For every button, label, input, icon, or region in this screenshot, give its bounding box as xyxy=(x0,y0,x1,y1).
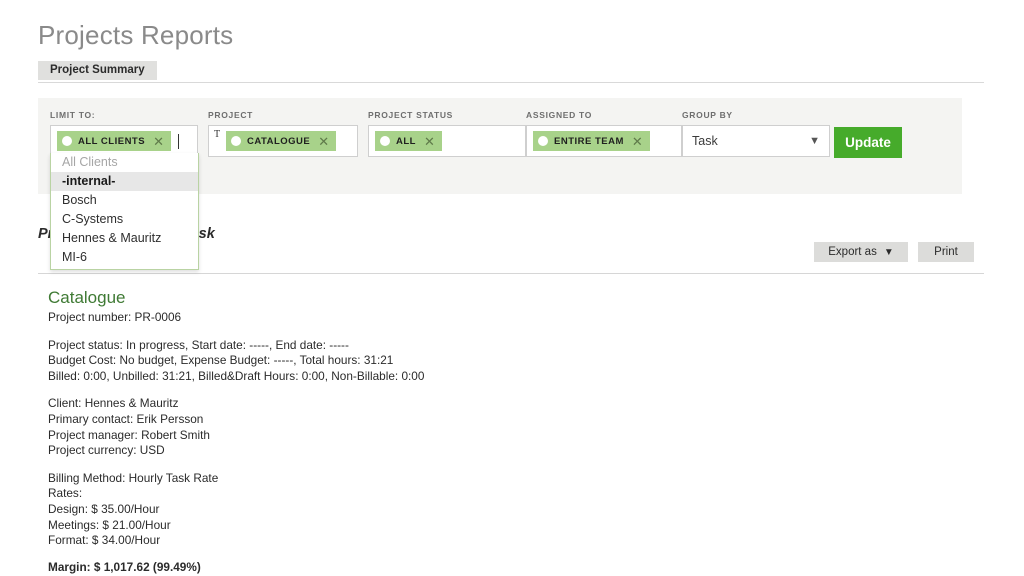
dropdown-item-hennes-mauritz[interactable]: Hennes & Mauritz xyxy=(51,229,198,248)
project-number: Project number: PR-0006 xyxy=(48,310,182,324)
close-icon[interactable]: ✕ xyxy=(632,135,643,148)
filter-project: PROJECT T CATALOGUE ✕ xyxy=(208,110,358,157)
project-currency-line: Project currency: USD xyxy=(48,443,165,458)
print-button[interactable]: Print xyxy=(918,242,974,262)
chevron-down-icon: ▼ xyxy=(809,135,820,147)
export-as-label: Export as xyxy=(828,246,877,258)
filter-project-status: PROJECT STATUS ALL ✕ xyxy=(368,110,526,157)
margin-line: Margin: $ 1,017.62 (99.49%) xyxy=(48,559,201,574)
tag-dot-icon xyxy=(62,136,72,146)
project-input[interactable]: T CATALOGUE ✕ xyxy=(208,125,358,157)
budget-line: Budget Cost: No budget, Expense Budget: … xyxy=(48,353,394,368)
client-line: Client: Hennes & Mauritz xyxy=(48,396,179,411)
primary-contact-line: Primary contact: Erik Persson xyxy=(48,411,204,426)
tag-catalogue[interactable]: CATALOGUE ✕ xyxy=(226,131,337,151)
project-manager-line: Project manager: Robert Smith xyxy=(48,427,210,442)
typed-letter: T xyxy=(214,129,221,140)
export-as-button[interactable]: Export as ▼ xyxy=(814,242,908,262)
assigned-to-input[interactable]: ENTIRE TEAM ✕ xyxy=(526,125,682,157)
dropdown-item-all-clients[interactable]: All Clients xyxy=(51,153,198,172)
chevron-down-icon: ▼ xyxy=(883,246,894,258)
tag-dot-icon xyxy=(380,136,390,146)
project-name: Catalogue xyxy=(48,288,126,307)
filter-group-by-label: GROUP BY xyxy=(682,110,733,120)
tag-all[interactable]: ALL ✕ xyxy=(375,131,442,151)
filter-group-by: GROUP BY Task ▼ xyxy=(682,110,830,157)
tag-all-clients-label: ALL CLIENTS xyxy=(78,135,146,147)
tag-dot-icon xyxy=(231,136,241,146)
dropdown-item-mi-6[interactable]: MI-6 xyxy=(51,248,198,267)
close-icon[interactable]: ✕ xyxy=(424,135,435,148)
tag-dot-icon xyxy=(538,136,548,146)
tag-all-label: ALL xyxy=(396,135,416,147)
tab-strip: Project Summary xyxy=(38,61,984,83)
filter-limit-to-label: LIMIT TO: xyxy=(50,110,96,120)
billed-line: Billed: 0:00, Unbilled: 31:21, Billed&Dr… xyxy=(48,368,425,383)
text-cursor xyxy=(177,133,179,149)
dropdown-item-c-systems[interactable]: C-Systems xyxy=(51,210,198,229)
rates-label: Rates: xyxy=(48,486,83,501)
tag-all-clients[interactable]: ALL CLIENTS ✕ xyxy=(57,131,171,151)
divider xyxy=(38,273,984,274)
filter-limit-to: LIMIT TO: ALL CLIENTS ✕ xyxy=(50,110,198,157)
project-status-line: Project status: In progress, Start date:… xyxy=(48,337,349,352)
project-status-input[interactable]: ALL ✕ xyxy=(368,125,526,157)
report-body: Catalogue Project number: PR-0006 Projec… xyxy=(48,288,748,575)
update-button[interactable]: Update xyxy=(834,127,902,158)
client-autocomplete-dropdown[interactable]: All Clients -internal- Bosch C-Systems H… xyxy=(50,153,199,270)
tag-catalogue-label: CATALOGUE xyxy=(247,135,311,147)
tag-entire-team-label: ENTIRE TEAM xyxy=(554,135,624,147)
tab-project-summary[interactable]: Project Summary xyxy=(38,61,157,80)
dropdown-item-internal[interactable]: -internal- xyxy=(51,172,198,191)
filter-project-status-label: PROJECT STATUS xyxy=(368,110,454,120)
rate-format: Format: $ 34.00/Hour xyxy=(48,533,161,548)
close-icon[interactable]: ✕ xyxy=(153,135,164,148)
close-icon[interactable]: ✕ xyxy=(318,135,329,148)
filter-assigned-to: ASSIGNED TO ENTIRE TEAM ✕ xyxy=(526,110,682,157)
tag-entire-team[interactable]: ENTIRE TEAM ✕ xyxy=(533,131,650,151)
billing-method-line: Billing Method: Hourly Task Rate xyxy=(48,470,219,485)
rate-design: Design: $ 35.00/Hour xyxy=(48,501,160,516)
rate-meetings: Meetings: $ 21.00/Hour xyxy=(48,517,171,532)
group-by-value: Task xyxy=(692,134,718,148)
filter-assigned-to-label: ASSIGNED TO xyxy=(526,110,593,120)
group-by-select[interactable]: Task ▼ xyxy=(682,125,830,157)
filter-project-label: PROJECT xyxy=(208,110,254,120)
page-title: Projects Reports xyxy=(38,20,234,50)
dropdown-item-bosch[interactable]: Bosch xyxy=(51,191,198,210)
